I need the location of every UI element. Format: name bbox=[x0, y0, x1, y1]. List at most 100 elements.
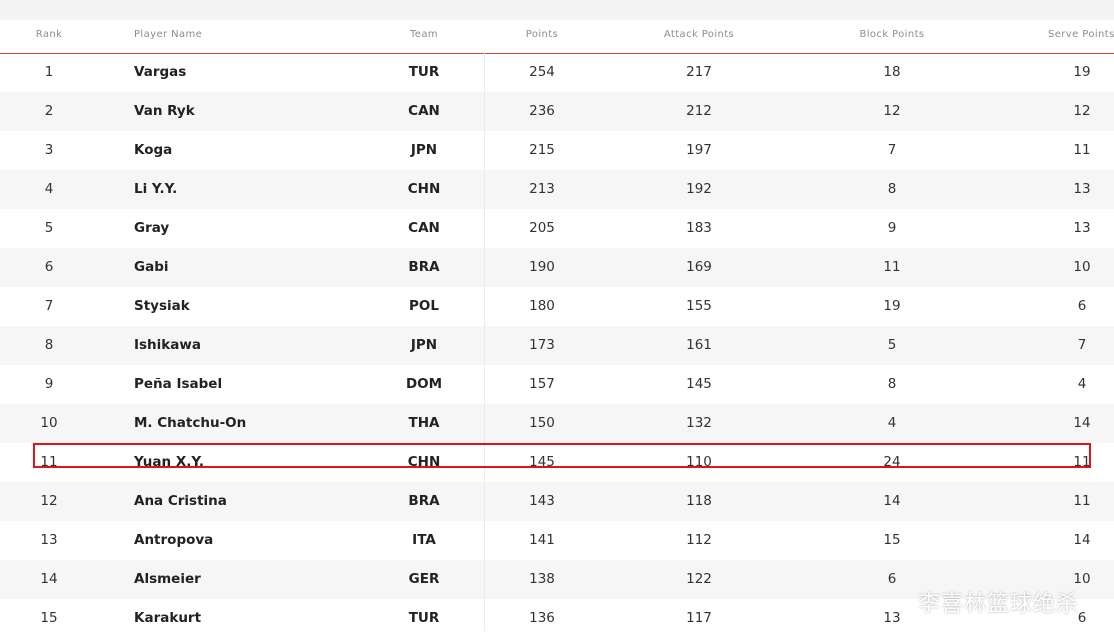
cell-team: CHN bbox=[407, 454, 441, 470]
cell-attack-points: 155 bbox=[686, 298, 712, 314]
cell-serve-points: 11 bbox=[1073, 454, 1091, 470]
cell-rank: 13 bbox=[40, 532, 58, 548]
cell-points: 205 bbox=[529, 220, 555, 236]
table-row[interactable]: 5 Gray CAN 205 183 9 13 bbox=[0, 209, 1114, 248]
cell-attack-points: 169 bbox=[686, 259, 712, 275]
cell-points: 254 bbox=[529, 64, 555, 80]
cell-player-name[interactable]: Karakurt bbox=[134, 599, 201, 638]
cell-serve-points: 10 bbox=[1073, 259, 1091, 275]
cell-block-points: 14 bbox=[883, 493, 901, 509]
cell-team: CAN bbox=[408, 103, 440, 119]
cell-rank: 12 bbox=[40, 493, 58, 509]
cell-team: POL bbox=[409, 298, 439, 314]
cell-rank: 6 bbox=[44, 259, 54, 275]
cell-points: 143 bbox=[529, 493, 555, 509]
table-row[interactable]: 10 M. Chatchu-On THA 150 132 4 14 bbox=[0, 404, 1114, 443]
cell-rank: 9 bbox=[44, 376, 54, 392]
cell-serve-points: 13 bbox=[1073, 181, 1091, 197]
table-row[interactable]: 7 Stysiak POL 180 155 19 6 bbox=[0, 287, 1114, 326]
cell-attack-points: 192 bbox=[686, 181, 712, 197]
watermark: 李喜林篮球绝杀 bbox=[918, 592, 1080, 617]
table-row[interactable]: 4 Li Y.Y. CHN 213 192 8 13 bbox=[0, 170, 1114, 209]
cell-attack-points: 118 bbox=[686, 493, 712, 509]
cell-player-name[interactable]: Van Ryk bbox=[134, 92, 195, 131]
header-block-points[interactable]: Block Points bbox=[859, 20, 924, 53]
table-row[interactable]: 6 Gabi BRA 190 169 11 10 bbox=[0, 248, 1114, 287]
cell-player-name[interactable]: Antropova bbox=[134, 521, 213, 560]
cell-player-name[interactable]: Gray bbox=[134, 209, 169, 248]
cell-points: 141 bbox=[529, 532, 555, 548]
cell-block-points: 19 bbox=[883, 298, 901, 314]
table-row[interactable]: 11 Yuan X.Y. CHN 145 110 24 11 bbox=[0, 443, 1114, 482]
cell-team: JPN bbox=[410, 337, 438, 353]
cell-rank: 10 bbox=[40, 415, 58, 431]
cell-player-name[interactable]: Li Y.Y. bbox=[134, 170, 177, 209]
cell-points: 190 bbox=[529, 259, 555, 275]
header-attack-points[interactable]: Attack Points bbox=[664, 20, 734, 53]
header-rank[interactable]: Rank bbox=[36, 20, 63, 53]
cell-serve-points: 14 bbox=[1073, 532, 1091, 548]
table-row[interactable]: 12 Ana Cristina BRA 143 118 14 11 bbox=[0, 482, 1114, 521]
cell-block-points: 18 bbox=[883, 64, 901, 80]
cell-block-points: 4 bbox=[887, 415, 897, 431]
cell-player-name[interactable]: Gabi bbox=[134, 248, 168, 287]
cell-attack-points: 197 bbox=[686, 142, 712, 158]
table-row[interactable]: 9 Peña Isabel DOM 157 145 8 4 bbox=[0, 365, 1114, 404]
cell-attack-points: 112 bbox=[686, 532, 712, 548]
cell-attack-points: 117 bbox=[686, 610, 712, 626]
cell-attack-points: 110 bbox=[686, 454, 712, 470]
table-row[interactable]: 13 Antropova ITA 141 112 15 14 bbox=[0, 521, 1114, 560]
cell-block-points: 13 bbox=[883, 610, 901, 626]
cell-block-points: 8 bbox=[887, 376, 897, 392]
cell-team: DOM bbox=[405, 376, 443, 392]
cell-attack-points: 161 bbox=[686, 337, 712, 353]
cell-player-name[interactable]: Yuan X.Y. bbox=[134, 443, 204, 482]
cell-rank: 14 bbox=[40, 571, 58, 587]
cell-serve-points: 4 bbox=[1077, 376, 1087, 392]
cell-block-points: 5 bbox=[887, 337, 897, 353]
cell-points: 173 bbox=[529, 337, 555, 353]
cell-team: THA bbox=[408, 415, 440, 431]
cell-player-name[interactable]: Ana Cristina bbox=[134, 482, 227, 521]
cell-points: 236 bbox=[529, 103, 555, 119]
table-row[interactable]: 2 Van Ryk CAN 236 212 12 12 bbox=[0, 92, 1114, 131]
cell-rank: 15 bbox=[40, 610, 58, 626]
cell-player-name[interactable]: M. Chatchu-On bbox=[134, 404, 246, 443]
table-row[interactable]: 8 Ishikawa JPN 173 161 5 7 bbox=[0, 326, 1114, 365]
header-serve-points[interactable]: Serve Points bbox=[1048, 20, 1114, 53]
cell-points: 138 bbox=[529, 571, 555, 587]
cell-rank: 7 bbox=[44, 298, 54, 314]
header-team[interactable]: Team bbox=[410, 20, 438, 53]
header-points[interactable]: Points bbox=[526, 20, 558, 53]
cell-points: 150 bbox=[529, 415, 555, 431]
cell-block-points: 6 bbox=[887, 571, 897, 587]
cell-attack-points: 217 bbox=[686, 64, 712, 80]
cell-block-points: 11 bbox=[883, 259, 901, 275]
cell-player-name[interactable]: Ishikawa bbox=[134, 326, 201, 365]
cell-player-name[interactable]: Stysiak bbox=[134, 287, 190, 326]
table-header: Rank Player Name Team Points Attack Poin… bbox=[0, 20, 1114, 54]
cell-player-name[interactable]: Peña Isabel bbox=[134, 365, 222, 404]
cell-rank: 5 bbox=[44, 220, 54, 236]
cell-player-name[interactable]: Vargas bbox=[134, 53, 186, 92]
cell-serve-points: 13 bbox=[1073, 220, 1091, 236]
cell-attack-points: 122 bbox=[686, 571, 712, 587]
cell-rank: 11 bbox=[40, 454, 58, 470]
cell-team: CHN bbox=[407, 181, 441, 197]
cell-points: 145 bbox=[529, 454, 555, 470]
cell-player-name[interactable]: Koga bbox=[134, 131, 172, 170]
cell-rank: 4 bbox=[44, 181, 54, 197]
table-row[interactable]: 3 Koga JPN 215 197 7 11 bbox=[0, 131, 1114, 170]
cell-block-points: 7 bbox=[887, 142, 897, 158]
cell-serve-points: 12 bbox=[1073, 103, 1091, 119]
cell-player-name[interactable]: Alsmeier bbox=[134, 560, 201, 599]
cell-attack-points: 145 bbox=[686, 376, 712, 392]
cell-serve-points: 6 bbox=[1077, 298, 1087, 314]
cell-team: ITA bbox=[412, 532, 436, 548]
table-row[interactable]: 1 Vargas TUR 254 217 18 19 bbox=[0, 53, 1114, 92]
cell-block-points: 12 bbox=[883, 103, 901, 119]
cell-attack-points: 183 bbox=[686, 220, 712, 236]
cell-points: 215 bbox=[529, 142, 555, 158]
header-player-name[interactable]: Player Name bbox=[134, 20, 202, 53]
cell-team: GER bbox=[408, 571, 440, 587]
